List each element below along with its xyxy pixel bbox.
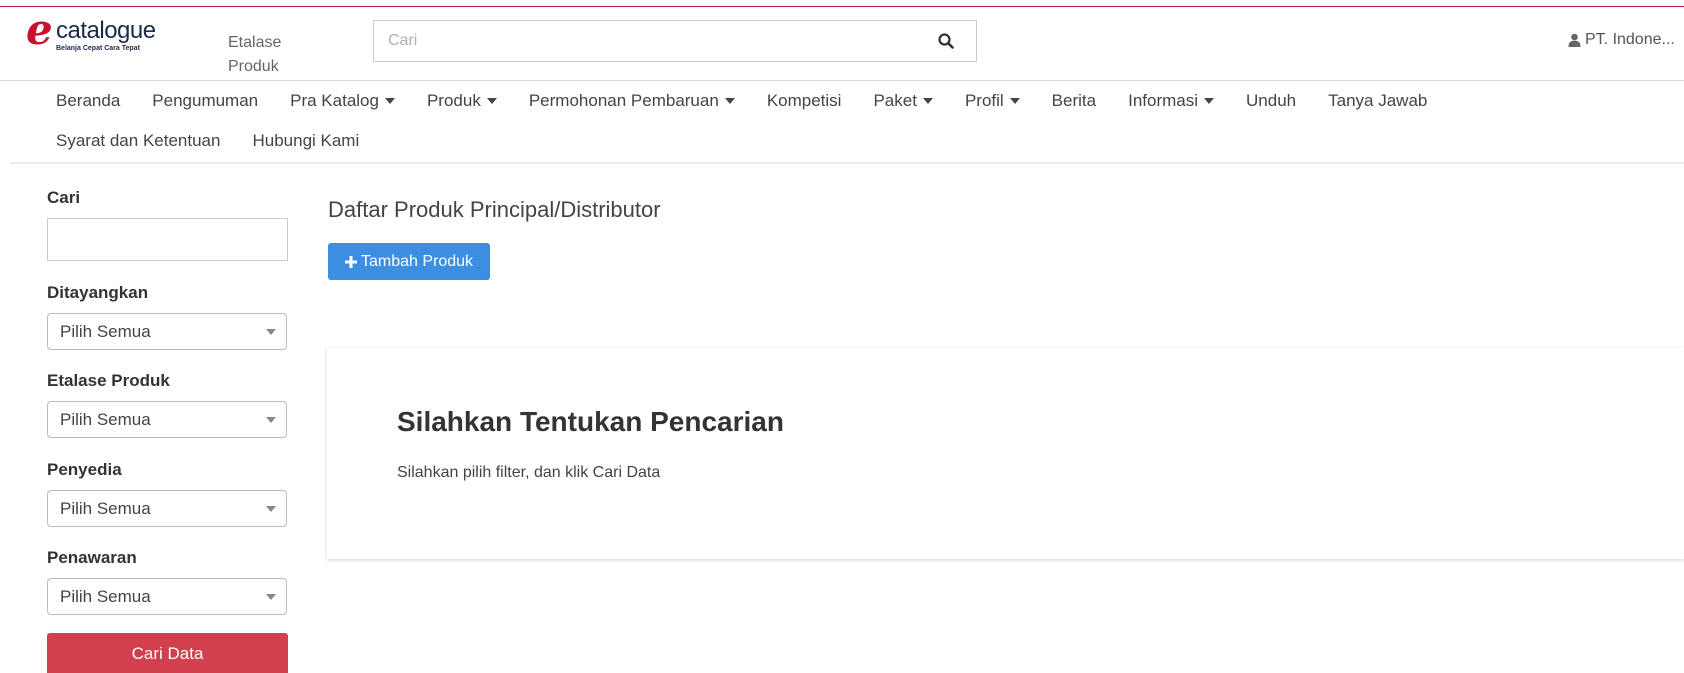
user-menu[interactable]: PT. Indone...: [1568, 31, 1675, 49]
nav-item-label: Kompetisi: [766, 91, 842, 110]
etalase-select-value: Pilih Semua: [60, 410, 151, 429]
nav-item-label: Profil: [964, 91, 1004, 110]
nav-item-label: Informasi: [1128, 91, 1199, 110]
filter-label-penyedia: Penyedia: [47, 460, 122, 479]
nav-item-syarat-dan-ketentuan[interactable]: Syarat dan Ketentuan: [40, 131, 236, 151]
search-box: [373, 20, 977, 62]
user-icon: [1568, 33, 1581, 47]
chevron-down-icon: [266, 506, 276, 512]
nav-item-label: Syarat dan Ketentuan: [56, 131, 221, 150]
nav-item-paket[interactable]: Paket: [857, 91, 948, 111]
main-nav: Beranda Pengumuman Pra Katalog Produk Pe…: [40, 81, 1640, 161]
caret-down-icon: [486, 98, 497, 104]
logo-word: catalogue: [56, 17, 156, 44]
nav-item-kompetisi[interactable]: Kompetisi: [751, 91, 858, 111]
etalase-produk-link[interactable]: Etalase Produk: [228, 31, 281, 79]
etalase-select[interactable]: Pilih Semua: [47, 401, 287, 438]
nav-item-pra-katalog[interactable]: Pra Katalog: [274, 91, 411, 111]
logo-tagline: Belanja Cepat Cara Tepat: [56, 45, 140, 52]
filter-label-cari: Cari: [47, 188, 81, 207]
nav-item-label: Hubungi Kami: [252, 131, 360, 150]
ditayangkan-select[interactable]: Pilih Semua: [47, 313, 287, 350]
nav-item-label: Berita: [1051, 91, 1097, 110]
empty-state-title: Silahkan Tentukan Pencarian: [397, 406, 784, 437]
chevron-down-icon: [266, 417, 276, 423]
user-name: PT. Indone...: [1585, 31, 1675, 48]
etalase-line-2: Produk: [228, 58, 279, 75]
penawaran-select-value: Pilih Semua: [60, 587, 151, 606]
nav-item-label: Pra Katalog: [290, 91, 379, 110]
nav-item-permohonan-pembaruan[interactable]: Permohonan Pembaruan: [513, 91, 751, 111]
nav-item-label: Permohonan Pembaruan: [528, 91, 719, 110]
page-title: Daftar Produk Principal/Distributor: [328, 197, 661, 222]
plus-icon: [344, 255, 357, 268]
nav-divider: [10, 162, 1684, 164]
empty-state-panel: Silahkan Tentukan Pencarian Silahkan pil…: [327, 348, 1684, 559]
chevron-down-icon: [266, 594, 276, 600]
nav-item-label: Tanya Jawab: [1328, 91, 1428, 110]
add-product-button[interactable]: Tambah Produk: [328, 243, 490, 280]
penyedia-select-value: Pilih Semua: [60, 499, 151, 518]
filter-label-etalase: Etalase Produk: [47, 371, 170, 390]
nav-item-label: Pengumuman: [152, 91, 259, 110]
filter-sidebar: Cari Ditayangkan Pilih Semua Etalase Pro…: [47, 186, 288, 673]
search-input[interactable]: [388, 21, 908, 61]
chevron-down-icon: [266, 329, 276, 335]
empty-state-text: Silahkan pilih filter, dan klik Cari Dat…: [397, 464, 661, 481]
search-icon: [938, 33, 954, 49]
nav-row-2: Syarat dan Ketentuan Hubungi Kami: [40, 121, 1640, 161]
ecatalogue-logo[interactable]: e catalogue Belanja Cepat Cara Tepat: [26, 9, 186, 55]
nav-item-label: Produk: [426, 91, 481, 110]
nav-item-berita[interactable]: Berita: [1036, 91, 1112, 111]
penyedia-select[interactable]: Pilih Semua: [47, 490, 287, 527]
nav-item-profil[interactable]: Profil: [949, 91, 1036, 111]
nav-item-pengumuman[interactable]: Pengumuman: [136, 91, 274, 111]
caret-down-icon: [724, 98, 735, 104]
nav-item-produk[interactable]: Produk: [411, 91, 513, 111]
caret-down-icon: [384, 98, 395, 104]
filter-label-penawaran: Penawaran: [47, 548, 137, 567]
cari-data-button[interactable]: Cari Data: [47, 633, 288, 673]
logo-letter: e: [26, 5, 53, 54]
caret-down-icon: [922, 98, 933, 104]
search-button[interactable]: [926, 21, 966, 61]
nav-item-label: Unduh: [1246, 91, 1297, 110]
nav-item-hubungi-kami[interactable]: Hubungi Kami: [236, 131, 375, 151]
caret-down-icon: [1009, 98, 1020, 104]
add-product-label: Tambah Produk: [360, 252, 474, 270]
nav-item-unduh[interactable]: Unduh: [1230, 91, 1312, 111]
nav-item-tanya-jawab[interactable]: Tanya Jawab: [1312, 91, 1443, 111]
filter-label-ditayangkan: Ditayangkan: [47, 283, 149, 302]
filter-search-field[interactable]: [47, 218, 288, 261]
nav-item-informasi[interactable]: Informasi: [1112, 91, 1230, 111]
nav-row-1: Beranda Pengumuman Pra Katalog Produk Pe…: [40, 81, 1640, 121]
ditayangkan-select-value: Pilih Semua: [60, 322, 151, 341]
etalase-line-1: Etalase: [228, 34, 282, 51]
penawaran-select[interactable]: Pilih Semua: [47, 578, 287, 615]
nav-item-beranda[interactable]: Beranda: [40, 91, 136, 111]
header: e catalogue Belanja Cepat Cara Tepat Eta…: [0, 7, 1684, 76]
caret-down-icon: [1204, 98, 1215, 104]
nav-item-label: Paket: [873, 91, 917, 110]
nav-item-label: Beranda: [56, 91, 121, 110]
